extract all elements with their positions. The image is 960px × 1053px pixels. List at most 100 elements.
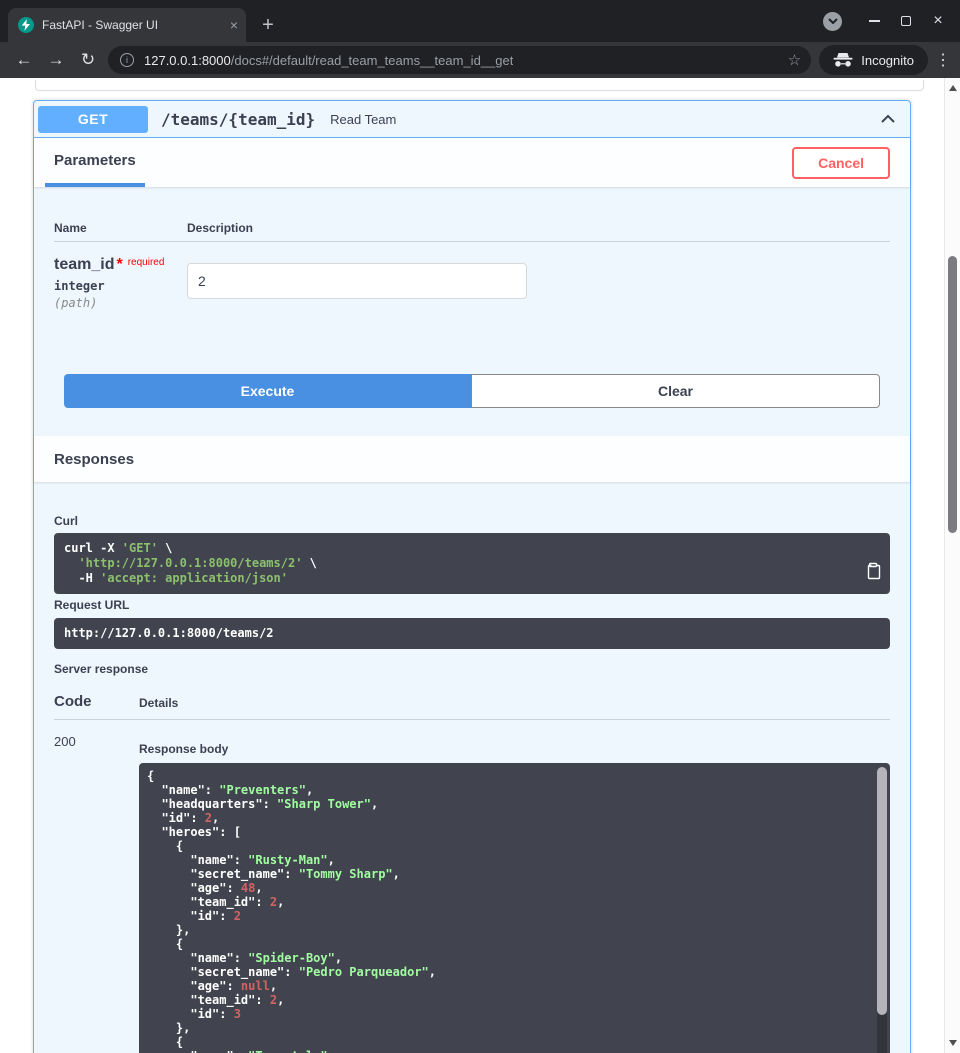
code-line: "age": 48, xyxy=(147,881,866,895)
execute-button[interactable]: Execute xyxy=(64,374,471,408)
tab-close-icon[interactable]: × xyxy=(230,18,238,32)
code-line: "secret_name": "Pedro Parqueador", xyxy=(147,965,866,979)
response-table-header: Code Details xyxy=(54,693,890,720)
endpoint-summary: Read Team xyxy=(330,112,396,127)
url-text: 127.0.0.1:8000/docs#/default/read_team_t… xyxy=(144,53,513,68)
browser-toolbar: ← → ↻ i 127.0.0.1:8000/docs#/default/rea… xyxy=(0,42,960,78)
close-icon: × xyxy=(933,13,942,29)
parameter-value-cell xyxy=(187,256,890,310)
code-line: "name": "Preventers", xyxy=(147,783,866,797)
request-url-label: Request URL xyxy=(54,598,890,612)
code-line: "headquarters": "Sharp Tower", xyxy=(147,797,866,811)
tab-search-button[interactable] xyxy=(823,12,842,31)
details-column-label: Details xyxy=(139,696,890,710)
parameters-table-header: Name Description xyxy=(54,221,890,242)
response-body-block: { "name": "Preventers", "headquarters": … xyxy=(139,763,890,1053)
cancel-button[interactable]: Cancel xyxy=(792,147,890,179)
responses-title: Responses xyxy=(54,451,134,468)
code-line: { xyxy=(147,769,866,783)
previous-block-edge xyxy=(35,80,924,91)
parameters-title: Parameters xyxy=(54,152,136,169)
chevron-down-icon xyxy=(828,18,838,24)
url-path: /docs#/default/read_team_teams__team_id_… xyxy=(231,53,514,68)
browser-window: FastAPI - Swagger UI × + × ← → ↻ i 127.0… xyxy=(0,0,960,1053)
code-line: "team_id": 2, xyxy=(147,993,866,1007)
code-line: "id": 2 xyxy=(147,909,866,923)
request-url-value: http://127.0.0.1:8000/teams/2 xyxy=(64,626,274,640)
copy-icon[interactable] xyxy=(864,562,882,580)
team-id-input[interactable] xyxy=(187,263,527,299)
minimize-icon xyxy=(869,20,880,22)
url-host: 127.0.0.1:8000 xyxy=(144,53,231,68)
new-tab-button[interactable]: + xyxy=(254,11,282,39)
scrollbar-thumb[interactable] xyxy=(877,767,887,1015)
url-bar[interactable]: i 127.0.0.1:8000/docs#/default/read_team… xyxy=(108,46,811,74)
parameter-type: integer xyxy=(54,279,187,293)
bookmark-star-icon[interactable]: ☆ xyxy=(788,51,801,69)
responses-header: Responses xyxy=(34,436,910,482)
code-line: "team_id": 2, xyxy=(147,895,866,909)
browser-tab[interactable]: FastAPI - Swagger UI × xyxy=(8,8,246,42)
incognito-icon xyxy=(833,53,853,67)
curl-command: curl -X 'GET' \ 'http://127.0.0.1:8000/t… xyxy=(64,541,850,586)
browser-menu-button[interactable]: ⋮ xyxy=(934,50,952,70)
code-line: "heroes": [ xyxy=(147,825,866,839)
back-button[interactable]: ← xyxy=(10,46,38,74)
scroll-up-arrow[interactable] xyxy=(949,85,957,91)
code-line: }, xyxy=(147,923,866,937)
reload-button[interactable]: ↻ xyxy=(74,46,102,74)
tab-strip: FastAPI - Swagger UI × + × xyxy=(0,0,960,42)
clear-button[interactable]: Clear xyxy=(471,374,880,408)
responses-body: Curl curl -X 'GET' \ 'http://127.0.0.1:8… xyxy=(34,482,910,1053)
code-line: }, xyxy=(147,1021,866,1035)
scroll-down-arrow[interactable] xyxy=(949,1040,957,1046)
window-minimize-button[interactable] xyxy=(858,5,890,37)
tab-parameters[interactable]: Parameters xyxy=(45,138,145,187)
maximize-icon xyxy=(901,16,911,26)
parameters-area: Name Description team_id*required intege… xyxy=(34,187,910,436)
code-line: "id": 2, xyxy=(147,811,866,825)
http-method-badge: GET xyxy=(38,106,148,133)
request-url-block: http://127.0.0.1:8000/teams/2 xyxy=(54,618,890,649)
tab-title: FastAPI - Swagger UI xyxy=(42,18,224,32)
fastapi-favicon-icon xyxy=(18,17,34,33)
code-line: 'http://127.0.0.1:8000/teams/2' \ xyxy=(64,556,850,571)
server-response-label: Server response xyxy=(54,662,890,676)
response-body-label: Response body xyxy=(139,720,890,756)
page-scrollbar[interactable] xyxy=(944,78,960,1053)
required-label: required xyxy=(128,257,165,268)
code-line: { xyxy=(147,937,866,951)
forward-button[interactable]: → xyxy=(42,46,70,74)
response-details: Response body { "name": "Preventers", "h… xyxy=(139,720,890,1053)
code-column-label: Code xyxy=(54,693,139,710)
parameter-row: team_id*required integer (path) xyxy=(54,242,890,310)
window-close-button[interactable]: × xyxy=(922,5,954,37)
parameter-location: (path) xyxy=(54,296,187,310)
response-body-scrollbar[interactable] xyxy=(877,767,887,1053)
parameter-meta: team_id*required integer (path) xyxy=(54,256,187,310)
code-line: "name": "Rusty-Man", xyxy=(147,853,866,867)
required-star: * xyxy=(116,256,122,273)
parameter-name: team_id*required xyxy=(54,256,187,274)
status-code: 200 xyxy=(54,720,139,1053)
code-line: { xyxy=(147,1035,866,1049)
code-line: "id": 3 xyxy=(147,1007,866,1021)
code-line: "age": null, xyxy=(147,979,866,993)
opblock-summary[interactable]: GET /teams/{team_id} Read Team xyxy=(34,101,910,138)
curl-label: Curl xyxy=(54,514,890,528)
code-line: "name": "Tarantula", xyxy=(147,1049,866,1053)
endpoint-path: /teams/{team_id} xyxy=(161,110,315,129)
response-row: 200 Response body { "name": "Preventers"… xyxy=(54,720,890,1053)
execute-button-group: Execute Clear xyxy=(64,374,880,408)
response-body-json: { "name": "Preventers", "headquarters": … xyxy=(147,769,866,1053)
collapse-chevron-icon[interactable] xyxy=(880,114,896,124)
incognito-badge: Incognito xyxy=(819,45,928,75)
code-line: curl -X 'GET' \ xyxy=(64,541,850,556)
window-maximize-button[interactable] xyxy=(890,5,922,37)
swagger-page: GET /teams/{team_id} Read Team Parameter… xyxy=(0,78,960,1053)
parameters-header: Parameters Cancel xyxy=(34,138,910,187)
site-info-icon[interactable]: i xyxy=(120,53,134,67)
column-name-label: Name xyxy=(54,221,187,235)
incognito-label: Incognito xyxy=(861,53,914,68)
page-scrollbar-thumb[interactable] xyxy=(948,256,957,533)
